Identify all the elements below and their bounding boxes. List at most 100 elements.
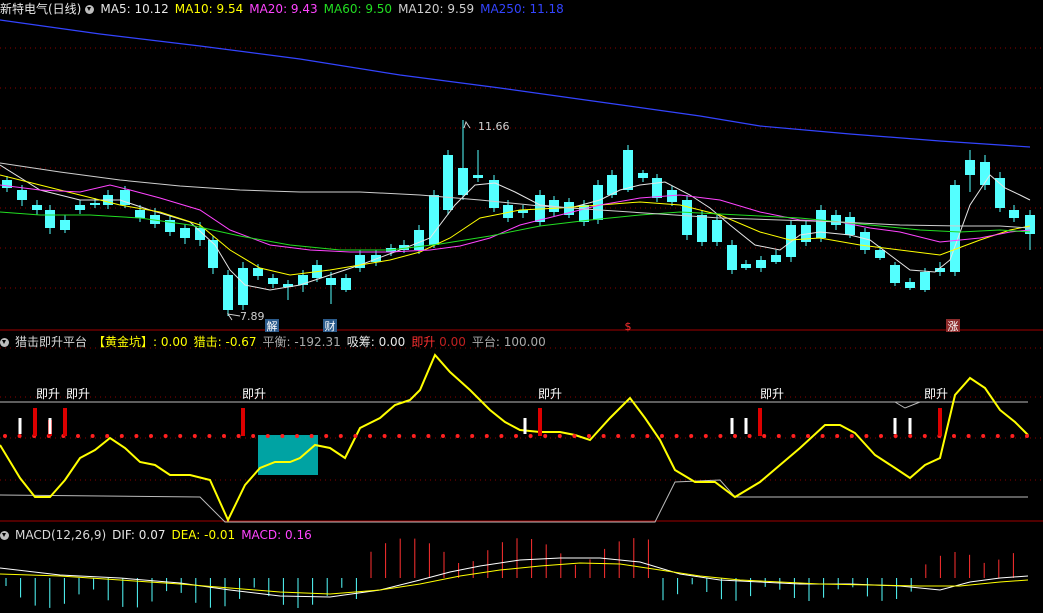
baseline-dot [514,434,518,438]
indicator-header: 猎击即升平台 【黄金坑】: 0.00 猎击: -0.67 平衡: -192.31 吸筹:… [0,334,552,350]
ind-f3: 平衡: -192.31 [262,335,341,349]
main-header: 新特电气(日线) MA5: 10.12 MA10: 9.54 MA20: 9.43 MA… [0,1,570,17]
candle-body [920,272,930,290]
signal-label: 即升 [66,387,90,401]
ma20-text: MA20: 9.43 [249,2,318,16]
baseline-dot [265,434,270,438]
baseline-dot [134,434,139,438]
candle-body [756,260,766,268]
baseline-dot [149,434,153,438]
candle-body [980,162,990,185]
candle-body [965,160,975,175]
candle-body [741,264,751,268]
candle-body [890,265,900,283]
candle-body [17,190,27,200]
candle-body [697,215,707,242]
ind-f4: 吸筹: 0.00 [346,335,406,349]
signal-bar-red [63,408,67,436]
macd-header: MACD(12,26,9) DIF: 0.07 DEA: -0.01 MACD: 0.… [0,527,318,543]
candle-body [268,278,278,284]
ind-f1: 【黄金坑】: 0.00 [93,335,188,349]
signal-label: 即升 [538,387,562,401]
baseline-dot [236,434,241,438]
signal-bar-white [893,418,897,434]
baseline-dot [76,434,80,438]
baseline-dot [893,434,898,438]
candle-body [223,275,233,310]
baseline-dot [455,434,460,438]
candle-body [771,255,781,262]
baseline-dot [295,434,299,438]
baseline-dot [411,434,416,438]
candle-body [652,178,662,198]
candle-body [1025,215,1035,234]
candle-body [712,220,722,242]
signal-bar-red [33,408,37,436]
ma10-text: MA10: 9.54 [174,2,244,16]
candle-body [950,185,960,272]
baseline-dot [382,434,387,438]
settings-dropdown-icon[interactable] [85,5,95,14]
baseline-dot [762,434,767,438]
baseline-dot [470,434,475,438]
baseline-dot [309,434,314,438]
baseline-dot [616,434,621,438]
macd-dropdown-icon[interactable] [0,531,9,540]
indicator-dropdown-icon[interactable] [0,338,9,347]
balance-line [0,479,1028,523]
baseline-dot [908,434,913,438]
signal-bar-white [18,418,22,434]
baseline-dot [733,434,737,438]
indicator-plot: 即升 即升 即升 即升 即升 即升 [0,353,1029,523]
candle-body [995,178,1005,208]
baseline-dot [630,434,635,438]
baseline-dot [397,434,402,438]
candle-body [135,210,145,218]
baseline-dot [820,434,825,438]
candle-body [638,173,648,178]
candle-body [208,240,218,268]
high-arrow [463,120,471,129]
baseline-dot [499,434,504,438]
candle-body [875,250,885,258]
golden-pit-box [258,435,318,475]
candle-body [593,185,603,220]
signal-bar-red [241,408,245,436]
stock-title[interactable]: 新特电气(日线) [0,2,81,16]
baseline-dot [674,434,679,438]
macd-dea: DEA: -0.01 [171,528,236,542]
dea-line [0,562,1029,595]
baseline-dot [864,434,869,438]
baseline-dot [338,434,343,438]
baseline-dot [192,434,197,438]
baseline-dot [324,434,329,438]
candle-body [253,268,263,276]
candle-body [90,203,100,205]
chart-canvas[interactable]: 11.667.89解财 $ 涨 即升 即升 即升 即升 即升 即升 [0,0,1043,613]
baseline-dot [441,434,445,438]
candle-body [473,175,483,178]
signal-bar-white [523,418,527,434]
candlesticks [2,120,1035,316]
signal-bar-red [758,408,762,436]
signal-bar-red [538,408,542,436]
macd-title[interactable]: MACD(12,26,9) [15,528,106,542]
event-marker-text: 涨 [948,320,959,333]
signal-label: 即升 [242,387,266,401]
candle-body [75,205,85,210]
baseline-dot [966,434,971,438]
baseline-dot [660,434,664,438]
hunter-line [0,353,1029,523]
baseline-dot [981,434,986,438]
event-marker-text: 解 [267,319,278,333]
baseline-dot [353,434,358,438]
macd-value: MACD: 0.16 [241,528,312,542]
macd-dif: DIF: 0.07 [112,528,166,542]
platform-dip [894,401,921,409]
indicator-title[interactable]: 猎击即升平台 [15,335,87,349]
signal-bar-white [48,418,52,434]
candle-body [816,210,826,238]
signal-bar-red [938,408,942,436]
baseline-dot [484,434,489,438]
macd-plot [0,538,1029,608]
